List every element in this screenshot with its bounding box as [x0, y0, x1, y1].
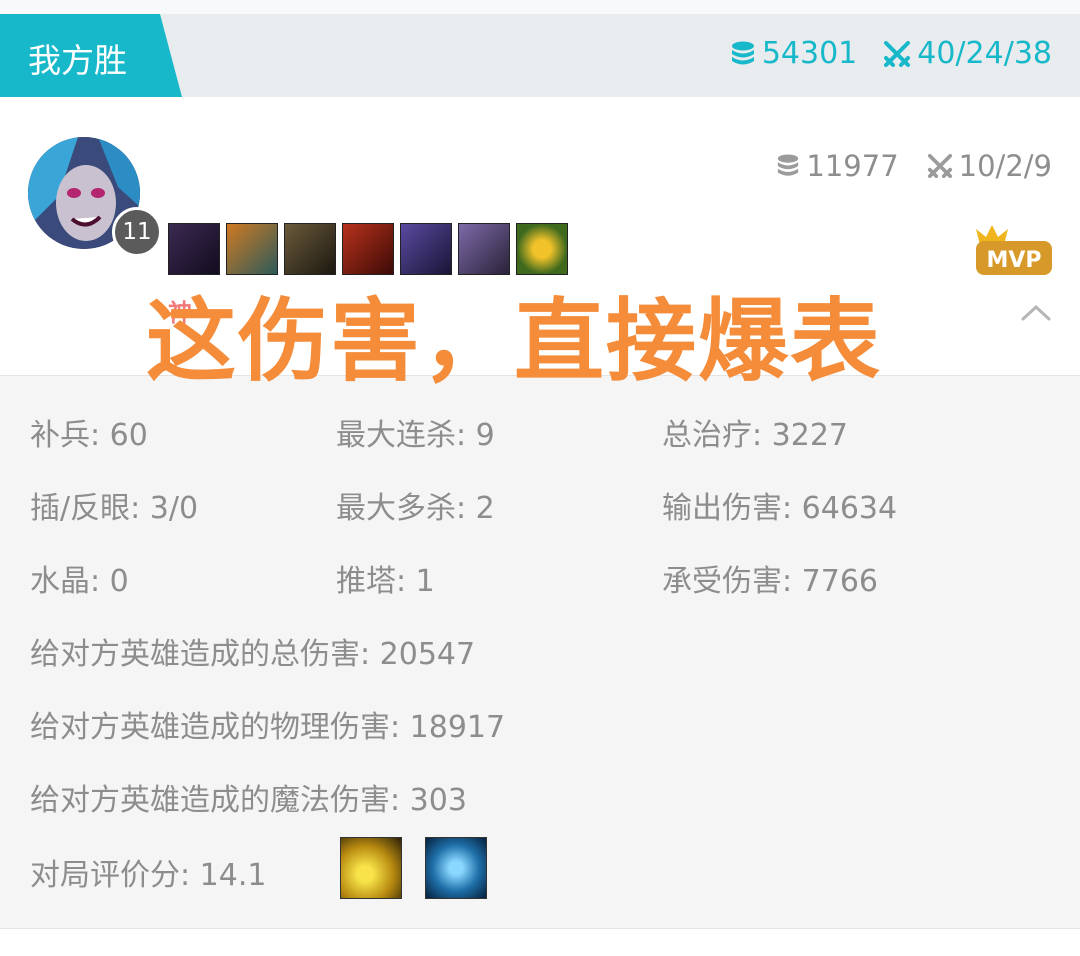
- item-build: [168, 223, 568, 275]
- mvp-label: MVP: [986, 248, 1041, 273]
- team-stats: 54301 40/24/38: [730, 36, 1052, 71]
- stat-crystals: 水晶: 0: [30, 564, 129, 599]
- stat-score: 对局评价分: 14.1: [30, 858, 267, 893]
- overlay-caption: 这伤害，直接爆表: [146, 289, 882, 394]
- team-result-label: 我方胜: [28, 41, 127, 80]
- player-kda-value: 10/2/9: [958, 149, 1052, 183]
- stat-largest-killing-spree: 最大连杀: 9: [336, 418, 495, 453]
- guardian-angel-item-icon[interactable]: [458, 223, 510, 275]
- stats-detail-panel: 补兵: 60 最大连杀: 9 总治疗: 3227 插/反眼: 3/0 最大多杀:…: [0, 375, 1080, 929]
- chevron-up-icon[interactable]: [1020, 301, 1052, 323]
- team-kda-value: 40/24/38: [917, 36, 1052, 71]
- team-gold-value: 54301: [761, 36, 858, 71]
- stat-total-heal: 总治疗: 3227: [662, 418, 848, 453]
- mvp-badge: MVP: [976, 225, 1052, 275]
- stat-cs: 补兵: 60: [30, 418, 148, 453]
- ghost-summoner-spell-icon[interactable]: [425, 837, 487, 899]
- player-stats: 11977 10/2/9: [776, 149, 1052, 183]
- stat-damage-taken: 承受伤害: 7766: [662, 564, 878, 599]
- berserker-greaves-item-icon[interactable]: [284, 223, 336, 275]
- coins-stack-icon: [731, 41, 754, 64]
- team-kda: 40/24/38: [883, 36, 1052, 71]
- stat-largest-multikill: 最大多杀: 2: [336, 491, 495, 526]
- runaan-hurricane-item-icon[interactable]: [226, 223, 278, 275]
- crossed-swords-icon: [884, 40, 911, 67]
- stat-towers: 推塔: 1: [336, 564, 435, 599]
- crossed-swords-icon: [927, 153, 952, 179]
- player-gold-value: 11977: [806, 149, 899, 183]
- player-kda: 10/2/9: [927, 149, 1052, 183]
- player-gold: 11977: [776, 149, 899, 183]
- stat-wards: 插/反眼: 3/0: [30, 491, 199, 526]
- navori-quickblades-item-icon[interactable]: [342, 223, 394, 275]
- team-gold: 54301: [730, 36, 857, 71]
- stat-total-champ-damage: 给对方英雄造成的总伤害: 20547: [30, 637, 476, 672]
- dagger-item-icon[interactable]: [168, 223, 220, 275]
- stat-magic-champ-damage: 给对方英雄造成的魔法伤害: 303: [30, 783, 467, 818]
- coins-stack-icon: [778, 154, 799, 176]
- top-strip: [0, 0, 1080, 14]
- champion-level-badge: 11: [112, 207, 162, 257]
- stat-physical-champ-damage: 给对方英雄造成的物理伤害: 18917: [30, 710, 506, 745]
- flash-summoner-spell-icon[interactable]: [340, 837, 402, 899]
- farsight-trinket-item-icon[interactable]: [516, 223, 568, 275]
- stat-damage-dealt: 输出伤害: 64634: [662, 491, 898, 526]
- team-result-bar: 我方胜 54301 40/24/38: [0, 14, 1080, 97]
- team-result-tab: 我方胜: [0, 14, 182, 97]
- bloodthirster-item-icon[interactable]: [400, 223, 452, 275]
